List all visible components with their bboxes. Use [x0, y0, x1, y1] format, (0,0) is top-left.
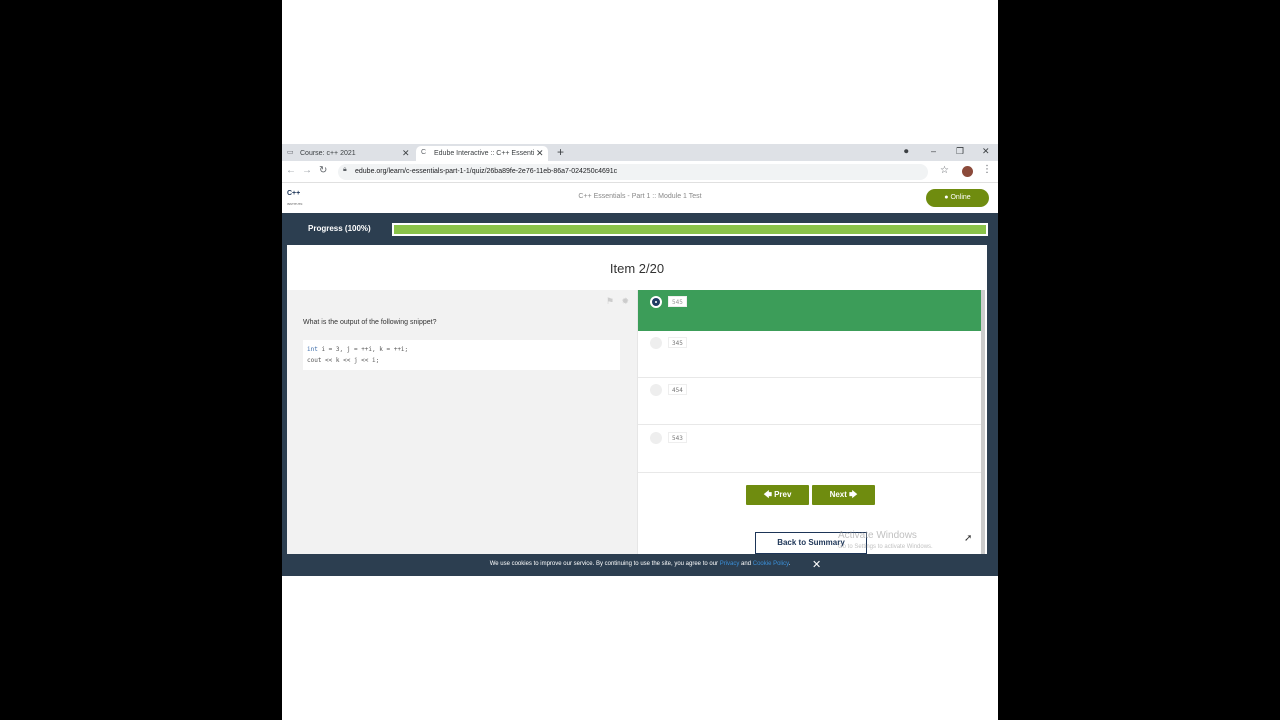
online-status-text: Online — [950, 194, 971, 201]
question-tools: ⚑ ✹ — [606, 296, 629, 307]
media-control-icon[interactable]: ⏺ — [904, 144, 909, 161]
next-button[interactable]: Next 🡆 — [812, 485, 875, 505]
tab-title: Course: c++ 2021 — [300, 150, 356, 157]
close-window-button[interactable]: ✕ — [982, 144, 990, 161]
flag-icon[interactable]: ⚑ — [606, 296, 614, 306]
windows-activation-watermark: Activate Windows — [838, 530, 917, 541]
answer-label: 454 — [668, 384, 687, 395]
cookie-banner: We use cookies to improve our service. B… — [282, 554, 998, 576]
cookie-text: We use cookies to improve our service. B… — [282, 561, 998, 567]
page-scrollbar[interactable] — [981, 290, 985, 555]
answer-label: 345 — [668, 337, 687, 348]
cookie-message: We use cookies to improve our service. B… — [489, 561, 719, 567]
tab-edube[interactable]: C Edube Interactive :: C++ Essenti ✕ — [416, 146, 548, 161]
site-header: C++ INSTITUTE C++ Essentials - Part 1 ::… — [282, 184, 998, 213]
question-pane: ⚑ ✹ What is the output of the following … — [287, 290, 637, 555]
bug-icon[interactable]: ✹ — [621, 296, 629, 306]
browser-window: ▭ Course: c++ 2021 ✕ C Edube Interactive… — [282, 144, 998, 576]
back-icon[interactable]: ← — [286, 165, 296, 177]
lock-icon[interactable]: 🔒︎ — [343, 166, 347, 174]
url-text: edube.org/learn/c-essentials-part-1-1/qu… — [355, 168, 618, 175]
windows-activation-subtitle: Go to Settings to activate Windows. — [838, 544, 933, 550]
answer-option[interactable]: 454 — [638, 378, 984, 425]
forward-icon[interactable]: → — [302, 165, 312, 177]
radio-button[interactable] — [650, 432, 662, 444]
close-tab-icon[interactable]: ✕ — [536, 146, 544, 161]
cookie-policy-link[interactable]: Cookie Policy — [753, 561, 789, 567]
cookie-and: and — [741, 561, 752, 567]
code-snippet: int i = 3, j = ++i, k = ++i; cout << k <… — [303, 340, 620, 370]
edube-favicon-icon: C — [421, 149, 427, 156]
question-text: What is the output of the following snip… — [303, 319, 437, 326]
code-text: i = 3, j = ++i, k = ++i; — [317, 346, 409, 353]
cookie-suffix: . — [788, 561, 791, 567]
bookmark-star-icon[interactable]: ☆ — [940, 165, 949, 176]
address-bar[interactable]: 🔒︎ edube.org/learn/c-essentials-part-1-1… — [338, 164, 928, 180]
radio-button[interactable] — [650, 296, 662, 308]
quiz-card: Item 2/20 ⚑ ✹ What is the output of the … — [287, 245, 987, 555]
code-text: cout << k << j << i; — [307, 357, 380, 364]
item-title: Item 2/20 — [609, 261, 665, 276]
prev-button[interactable]: 🡄 Prev — [746, 485, 809, 505]
profile-avatar[interactable] — [962, 166, 973, 177]
restore-button[interactable]: ❐ — [956, 144, 964, 161]
answer-label: 543 — [668, 432, 687, 443]
online-status-badge[interactable]: ● Online — [926, 189, 989, 207]
answer-option[interactable]: 545 — [638, 290, 984, 331]
minimize-button[interactable]: – — [931, 144, 936, 161]
new-tab-button[interactable]: + — [557, 145, 564, 159]
answer-option[interactable]: 345 — [638, 331, 984, 378]
logo-subtext: INSTITUTE — [287, 202, 303, 206]
tab-strip: ▭ Course: c++ 2021 ✕ C Edube Interactive… — [282, 144, 998, 161]
tab-title: Edube Interactive :: C++ Essenti — [434, 150, 535, 157]
radio-button[interactable] — [650, 337, 662, 349]
tab-course[interactable]: ▭ Course: c++ 2021 ✕ — [282, 146, 416, 161]
progress-fill — [394, 225, 986, 234]
privacy-link[interactable]: Privacy — [720, 561, 740, 567]
code-keyword: int — [307, 346, 318, 353]
page-icon: ▭ — [287, 149, 294, 156]
cookie-close-button[interactable]: ✕ — [812, 558, 821, 571]
answer-pane: 545 345 454 543 🡄 Prev Next 🡆 Back to Su… — [637, 290, 984, 555]
close-tab-icon[interactable]: ✕ — [402, 146, 410, 161]
browser-menu-icon[interactable]: ⋮ — [982, 164, 992, 175]
answer-label: 545 — [668, 296, 687, 307]
mouse-cursor-icon: ➚ — [964, 533, 973, 544]
radio-button[interactable] — [650, 384, 662, 396]
page-title: C++ Essentials - Part 1 :: Module 1 Test — [578, 193, 702, 200]
answer-option[interactable]: 543 — [638, 426, 984, 473]
progress-bar — [392, 223, 988, 236]
letterbox-top — [282, 0, 998, 144]
code-line: cout << k << j << i; — [307, 355, 616, 366]
address-row: ← → ↻ 🔒︎ edube.org/learn/c-essentials-pa… — [282, 161, 998, 183]
reload-icon[interactable]: ↻ — [319, 165, 327, 177]
progress-label: Progress (100%) — [308, 224, 371, 233]
letterbox-bottom — [282, 576, 998, 720]
code-line: int i = 3, j = ++i, k = ++i; — [307, 344, 616, 355]
